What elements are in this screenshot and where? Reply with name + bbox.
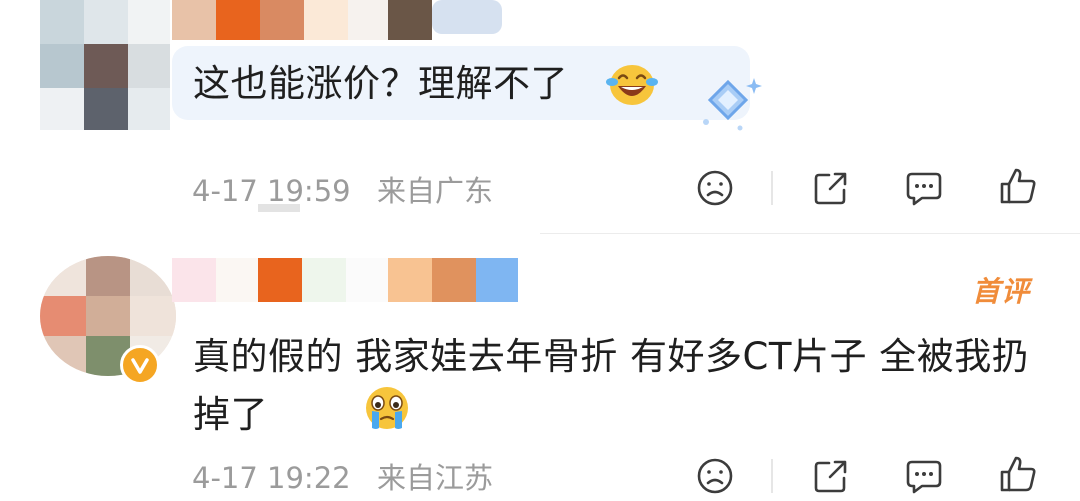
verified-badge-icon (120, 345, 160, 385)
reply-comment-icon[interactable] (904, 456, 944, 496)
action-separator (771, 171, 773, 205)
timestamp: 4-17 19:22 (192, 461, 351, 495)
reply-comment-icon[interactable] (904, 168, 944, 208)
like-thumb-icon[interactable] (998, 454, 1038, 494)
laughing-tears-icon (606, 65, 658, 105)
crying-icon (366, 387, 408, 429)
comment-divider (540, 233, 1080, 234)
comment-text: 真的假的 我家娃去年骨折 有好多CT片子 全被我扔掉了 (193, 328, 1043, 444)
timestamp-redaction (258, 204, 300, 212)
location: 来自江苏 (377, 461, 494, 495)
first-comment-badge: 首评 (972, 275, 1031, 308)
timestamp: 4-17 19:59 (192, 174, 351, 208)
share-icon[interactable] (811, 456, 851, 496)
share-icon[interactable] (811, 168, 851, 208)
comment-meta: 4-17 19:22 来自江苏 (192, 455, 493, 497)
avatar-blurred[interactable] (40, 0, 170, 130)
action-separator (771, 459, 773, 493)
comment-text: 这也能涨价？理解不了 (193, 62, 568, 105)
diamond-sparkle-icon (703, 78, 762, 131)
dislike-face-icon[interactable] (695, 168, 735, 208)
comment-text-content: 真的假的 我家娃去年骨折 有好多CT片子 全被我扔掉了 (193, 335, 1030, 436)
username-blurred[interactable] (172, 0, 502, 40)
like-thumb-icon[interactable] (998, 166, 1038, 206)
location: 来自广东 (377, 174, 494, 208)
dislike-face-icon[interactable] (695, 456, 735, 496)
comment-meta: 4-17 19:59 来自广东 (192, 168, 493, 210)
username-blurred[interactable] (172, 258, 518, 302)
